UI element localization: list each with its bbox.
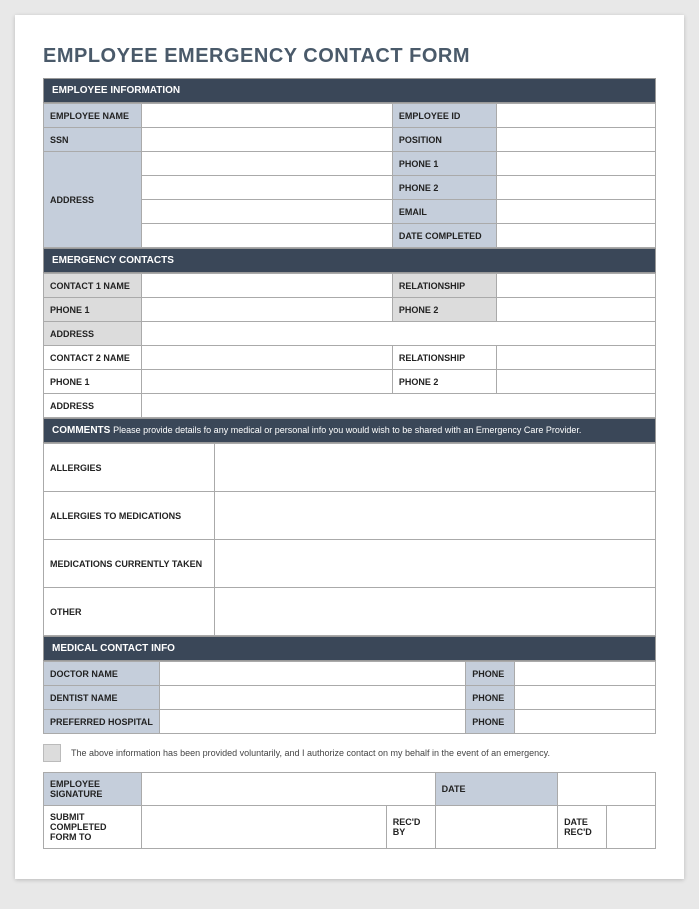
input-address-3[interactable] xyxy=(141,200,392,224)
input-dentist-phone[interactable] xyxy=(515,686,656,710)
label-c1-relationship: RELATIONSHIP xyxy=(392,274,496,298)
input-contact2-name[interactable] xyxy=(141,346,392,370)
label-hospital-phone: PHONE xyxy=(466,710,515,734)
input-c1-phone2[interactable] xyxy=(496,298,655,322)
label-doctor: DOCTOR NAME xyxy=(44,662,160,686)
input-sig-date[interactable] xyxy=(558,773,656,806)
input-c2-phone1[interactable] xyxy=(141,370,392,394)
input-c1-address[interactable] xyxy=(141,322,655,346)
input-hospital[interactable] xyxy=(160,710,466,734)
label-c2-phone2: PHONE 2 xyxy=(392,370,496,394)
label-dentist: DENTIST NAME xyxy=(44,686,160,710)
comments-header-text: COMMENTS xyxy=(52,425,110,436)
label-allergies: ALLERGIES xyxy=(44,444,215,492)
section-header-emergency: EMERGENCY CONTACTS xyxy=(43,248,656,273)
input-c1-relationship[interactable] xyxy=(496,274,655,298)
form-title: EMPLOYEE EMERGENCY CONTACT FORM xyxy=(43,45,656,68)
input-submit-to[interactable] xyxy=(141,806,386,849)
input-allergies-med[interactable] xyxy=(215,492,656,540)
label-c1-phone2: PHONE 2 xyxy=(392,298,496,322)
input-date-completed[interactable] xyxy=(496,224,655,248)
label-employee-name: EMPLOYEE NAME xyxy=(44,104,142,128)
label-signature: EMPLOYEE SIGNATURE xyxy=(44,773,142,806)
input-hospital-phone[interactable] xyxy=(515,710,656,734)
input-c1-phone1[interactable] xyxy=(141,298,392,322)
input-phone1[interactable] xyxy=(496,152,655,176)
input-address-2[interactable] xyxy=(141,176,392,200)
input-email[interactable] xyxy=(496,200,655,224)
input-address-4[interactable] xyxy=(141,224,392,248)
input-recd-by[interactable] xyxy=(435,806,557,849)
section-header-medical: MEDICAL CONTACT INFO xyxy=(43,636,656,661)
label-email: EMAIL xyxy=(392,200,496,224)
input-doctor[interactable] xyxy=(160,662,466,686)
label-address: ADDRESS xyxy=(44,152,142,248)
label-date-recd: DATE REC'D xyxy=(558,806,607,849)
input-c2-address[interactable] xyxy=(141,394,655,418)
emergency-contacts-table: CONTACT 1 NAME RELATIONSHIP PHONE 1 PHON… xyxy=(43,273,656,418)
label-c2-phone1: PHONE 1 xyxy=(44,370,142,394)
input-signature[interactable] xyxy=(141,773,435,806)
input-doctor-phone[interactable] xyxy=(515,662,656,686)
label-sig-date: DATE xyxy=(435,773,557,806)
label-c2-address: ADDRESS xyxy=(44,394,142,418)
label-contact1-name: CONTACT 1 NAME xyxy=(44,274,142,298)
input-phone2[interactable] xyxy=(496,176,655,200)
input-allergies[interactable] xyxy=(215,444,656,492)
label-phone2: PHONE 2 xyxy=(392,176,496,200)
label-doctor-phone: PHONE xyxy=(466,662,515,686)
input-position[interactable] xyxy=(496,128,655,152)
medical-table: DOCTOR NAME PHONE DENTIST NAME PHONE PRE… xyxy=(43,661,656,734)
label-contact2-name: CONTACT 2 NAME xyxy=(44,346,142,370)
input-ssn[interactable] xyxy=(141,128,392,152)
label-other: OTHER xyxy=(44,588,215,636)
label-dentist-phone: PHONE xyxy=(466,686,515,710)
authorization-text: The above information has been provided … xyxy=(71,748,550,758)
section-header-employee: EMPLOYEE INFORMATION xyxy=(43,78,656,103)
authorization-checkbox[interactable] xyxy=(43,744,61,762)
employee-info-table: EMPLOYEE NAME EMPLOYEE ID SSN POSITION A… xyxy=(43,103,656,248)
comments-table: ALLERGIES ALLERGIES TO MEDICATIONS MEDIC… xyxy=(43,443,656,636)
label-date-completed: DATE COMPLETED xyxy=(392,224,496,248)
comments-note: Please provide details fo any medical or… xyxy=(113,425,581,435)
label-hospital: PREFERRED HOSPITAL xyxy=(44,710,160,734)
label-ssn: SSN xyxy=(44,128,142,152)
label-phone1: PHONE 1 xyxy=(392,152,496,176)
input-c2-relationship[interactable] xyxy=(496,346,655,370)
input-medications[interactable] xyxy=(215,540,656,588)
input-other[interactable] xyxy=(215,588,656,636)
label-c1-address: ADDRESS xyxy=(44,322,142,346)
section-header-comments: COMMENTS Please provide details fo any m… xyxy=(43,418,656,443)
input-date-recd[interactable] xyxy=(607,806,656,849)
input-employee-name[interactable] xyxy=(141,104,392,128)
label-c1-phone1: PHONE 1 xyxy=(44,298,142,322)
input-dentist[interactable] xyxy=(160,686,466,710)
input-employee-id[interactable] xyxy=(496,104,655,128)
label-employee-id: EMPLOYEE ID xyxy=(392,104,496,128)
input-contact1-name[interactable] xyxy=(141,274,392,298)
input-c2-phone2[interactable] xyxy=(496,370,655,394)
label-allergies-med: ALLERGIES TO MEDICATIONS xyxy=(44,492,215,540)
form-page: EMPLOYEE EMERGENCY CONTACT FORM EMPLOYEE… xyxy=(15,15,684,879)
label-position: POSITION xyxy=(392,128,496,152)
label-medications: MEDICATIONS CURRENTLY TAKEN xyxy=(44,540,215,588)
input-address-1[interactable] xyxy=(141,152,392,176)
authorization-row: The above information has been provided … xyxy=(43,744,656,762)
label-c2-relationship: RELATIONSHIP xyxy=(392,346,496,370)
label-submit-to: SUBMIT COMPLETED FORM TO xyxy=(44,806,142,849)
signature-table: EMPLOYEE SIGNATURE DATE SUBMIT COMPLETED… xyxy=(43,772,656,849)
label-recd-by: REC'D BY xyxy=(386,806,435,849)
